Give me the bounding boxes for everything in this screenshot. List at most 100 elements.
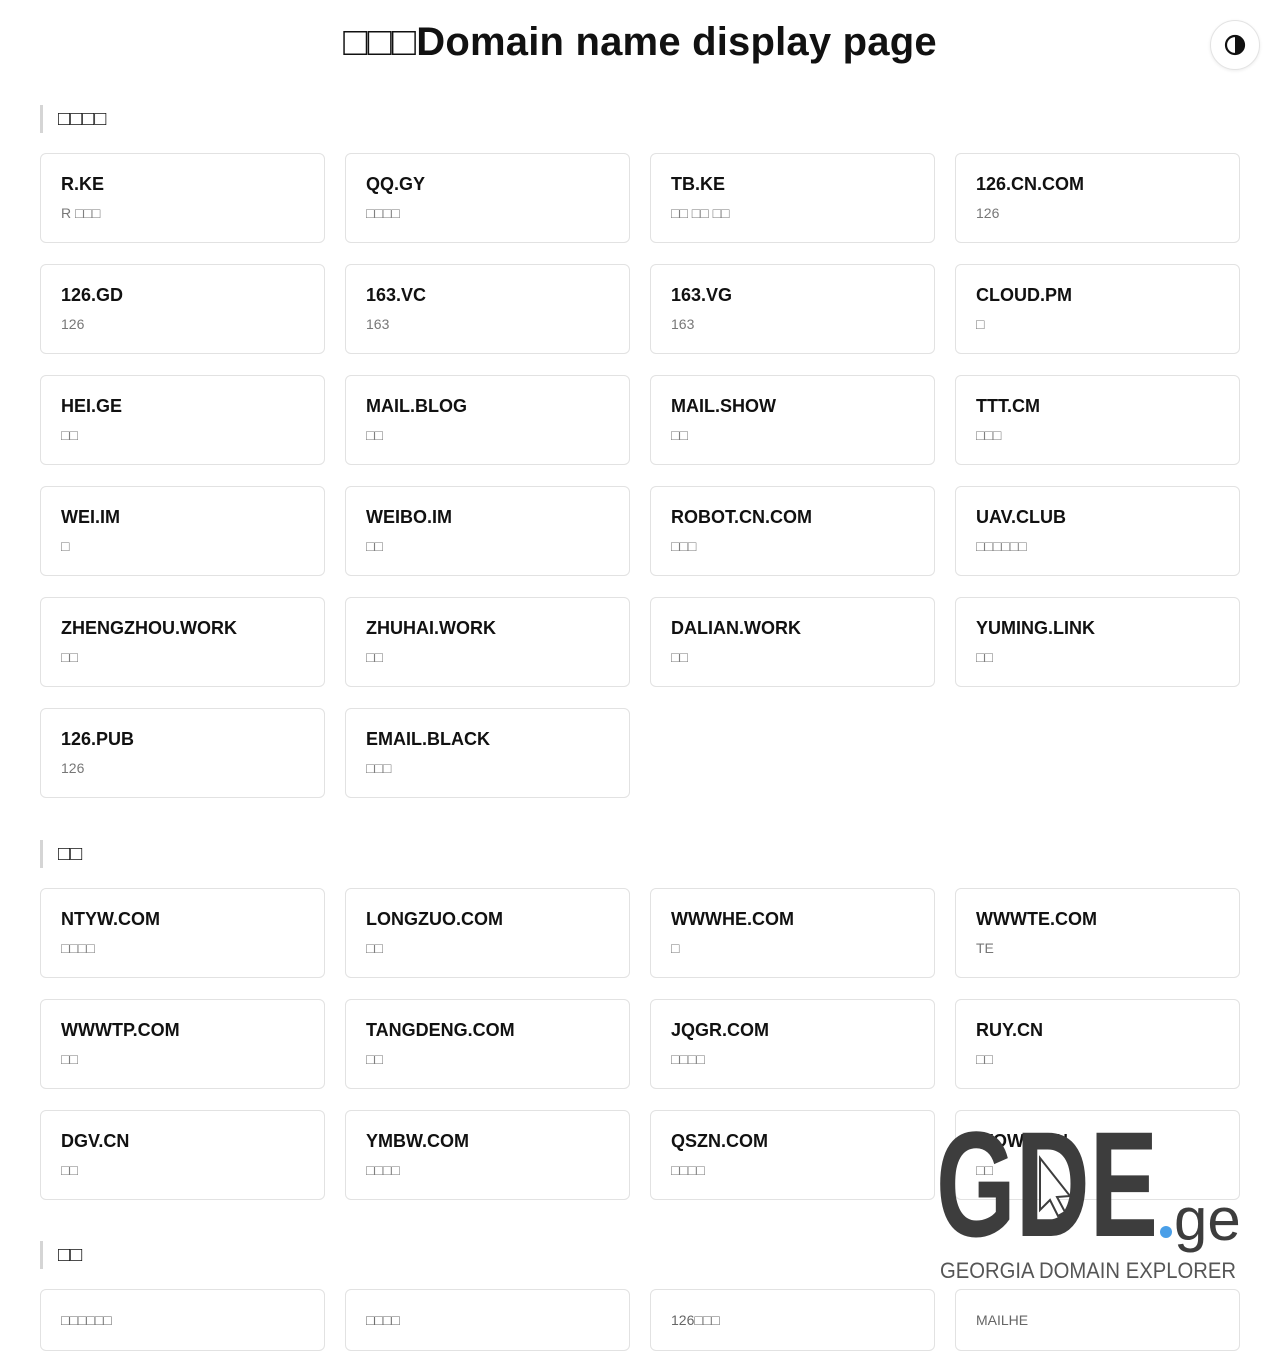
domain-name: WOWU.CN [976,1131,1068,1151]
section-title: □□ [40,840,82,868]
domain-description: 163 [366,316,390,332]
domain-grid: □□□□□□ □□□□ 126□□□ MAILHE [40,1289,1240,1351]
domain-card[interactable]: MAIL.SHOW □□ [650,375,935,465]
domain-name: DALIAN.WORK [671,618,801,638]
domain-name: 163.VC [366,285,427,305]
domain-name: WWWTP.COM [61,1020,180,1040]
domain-card[interactable]: 163.VG 163 [650,264,935,354]
domain-card[interactable]: RUY.CN □□ [955,999,1240,1089]
domain-name: LONGZUO.COM [366,909,503,929]
domain-name: MAIL.BLOG [366,396,467,416]
domain-card[interactable]: QSZN.COM □□□□ [650,1110,935,1200]
domain-name: ZHUHAI.WORK [366,618,496,638]
domain-grid: NTYW.COM □□□□ LONGZUO.COM □□ WWWHE.COM □ WW… [40,888,1240,1200]
domain-name: JQGR.COM [671,1020,770,1040]
domain-card[interactable]: WWWTE.COM TE [955,888,1240,978]
link-card[interactable]: 126□□□ [650,1289,935,1351]
domain-card[interactable]: ROBOT.CN.COM □□□ [650,486,935,576]
domain-description: □□□□ [366,205,400,221]
domain-description: □□□□ [671,1051,705,1067]
domain-name: QSZN.COM [671,1131,768,1151]
domain-card[interactable]: EMAIL.BLACK □□□ [345,708,630,798]
domain-name: 163.VG [671,285,733,305]
theme-toggle-button[interactable] [1210,20,1260,70]
domain-name: CLOUD.PM [976,285,1072,305]
link-card[interactable]: □□□□ [345,1289,630,1351]
domain-description: 163 [671,316,695,332]
link-card[interactable]: MAILHE [955,1289,1240,1351]
domain-description: □□□ [976,427,1002,443]
domain-card[interactable]: UAV.CLUB □□□□□□ [955,486,1240,576]
domain-card[interactable]: TB.KE □□ □□ □□ [650,153,935,243]
domain-description: □□ [61,649,78,665]
domain-card[interactable]: 126.PUB 126 [40,708,325,798]
domain-description: □□ [671,427,688,443]
domain-description: □□ □□ □□ [671,205,730,221]
domain-name: WEI.IM [61,507,120,527]
domain-name: DGV.CN [61,1131,130,1151]
domain-name: WWWHE.COM [671,909,794,929]
domain-name: 126.CN.COM [976,174,1085,194]
domain-card[interactable]: ZHENGZHOU.WORK □□ [40,597,325,687]
domain-name: UAV.CLUB [976,507,1067,527]
domain-card[interactable]: LONGZUO.COM □□ [345,888,630,978]
domain-description: 126 [976,205,1000,221]
domain-description: □□ [61,1162,78,1178]
domain-name: EMAIL.BLACK [366,729,490,749]
link-text: 126□□□ [671,1312,720,1328]
domain-description: □□ [976,1162,993,1178]
domain-card[interactable]: 126.GD 126 [40,264,325,354]
domain-card[interactable]: 163.VC 163 [345,264,630,354]
domain-card[interactable]: QQ.GY □□□□ [345,153,630,243]
domain-description: □□ [366,649,383,665]
domain-name: YMBW.COM [366,1131,469,1151]
domain-name: YUMING.LINK [976,618,1095,638]
domain-card[interactable]: TTT.CM □□□ [955,375,1240,465]
domain-description: □□ [366,538,383,554]
domain-card[interactable]: YUMING.LINK □□ [955,597,1240,687]
domain-description: □□ [366,427,383,443]
link-card[interactable]: □□□□□□ [40,1289,325,1351]
domain-card[interactable]: HEI.GE □□ [40,375,325,465]
link-text: □□□□□□ [61,1312,112,1328]
domain-grid: R.KE R □□□ QQ.GY □□□□ TB.KE □□ □□ □□ 126.CN… [40,153,1240,798]
domain-description: R □□□ [61,205,101,221]
domain-card[interactable]: JQGR.COM □□□□ [650,999,935,1089]
domain-name: 126.GD [61,285,124,305]
domain-card[interactable]: WWWTP.COM □□ [40,999,325,1089]
domain-description: □□ [976,649,993,665]
domain-card[interactable]: ZHUHAI.WORK □□ [345,597,630,687]
domain-name: ZHENGZHOU.WORK [61,618,237,638]
domain-card[interactable]: R.KE R □□□ [40,153,325,243]
domain-description: □□ [61,427,78,443]
domain-description: □ [976,316,985,332]
domain-card[interactable]: YMBW.COM □□□□ [345,1110,630,1200]
domain-card[interactable]: CLOUD.PM □ [955,264,1240,354]
domain-card[interactable]: DALIAN.WORK □□ [650,597,935,687]
domain-card[interactable]: WEI.IM □ [40,486,325,576]
domain-description: 126 [61,760,85,776]
domain-card[interactable]: WOWU.CN □□ [955,1110,1240,1200]
domain-name: TB.KE [671,174,725,194]
domain-card[interactable]: MAIL.BLOG □□ [345,375,630,465]
domain-card[interactable]: WEIBO.IM □□ [345,486,630,576]
page-title: □□□Domain name display page [343,20,937,64]
domain-description: TE [976,940,994,956]
domain-name: TTT.CM [976,396,1040,416]
domain-description: □□□ [366,760,392,776]
domain-name: HEI.GE [61,396,123,416]
domain-name: RUY.CN [976,1020,1044,1040]
domain-description: □□ [976,1051,993,1067]
domain-description: □□ [61,1051,78,1067]
logo-tagline: GEORGIA DOMAIN EXPLORER [940,1258,1236,1283]
domain-card[interactable]: DGV.CN □□ [40,1110,325,1200]
domain-card[interactable]: 126.CN.COM 126 [955,153,1240,243]
domain-card[interactable]: TANGDENG.COM □□ [345,999,630,1089]
domain-card[interactable]: WWWHE.COM □ [650,888,935,978]
link-text: □□□□ [366,1312,400,1328]
domain-card[interactable]: NTYW.COM □□□□ [40,888,325,978]
domain-description: □ [671,940,680,956]
domain-name: QQ.GY [366,174,426,194]
domain-description: □□□□ [366,1162,400,1178]
domain-name: WWWTE.COM [976,909,1097,929]
